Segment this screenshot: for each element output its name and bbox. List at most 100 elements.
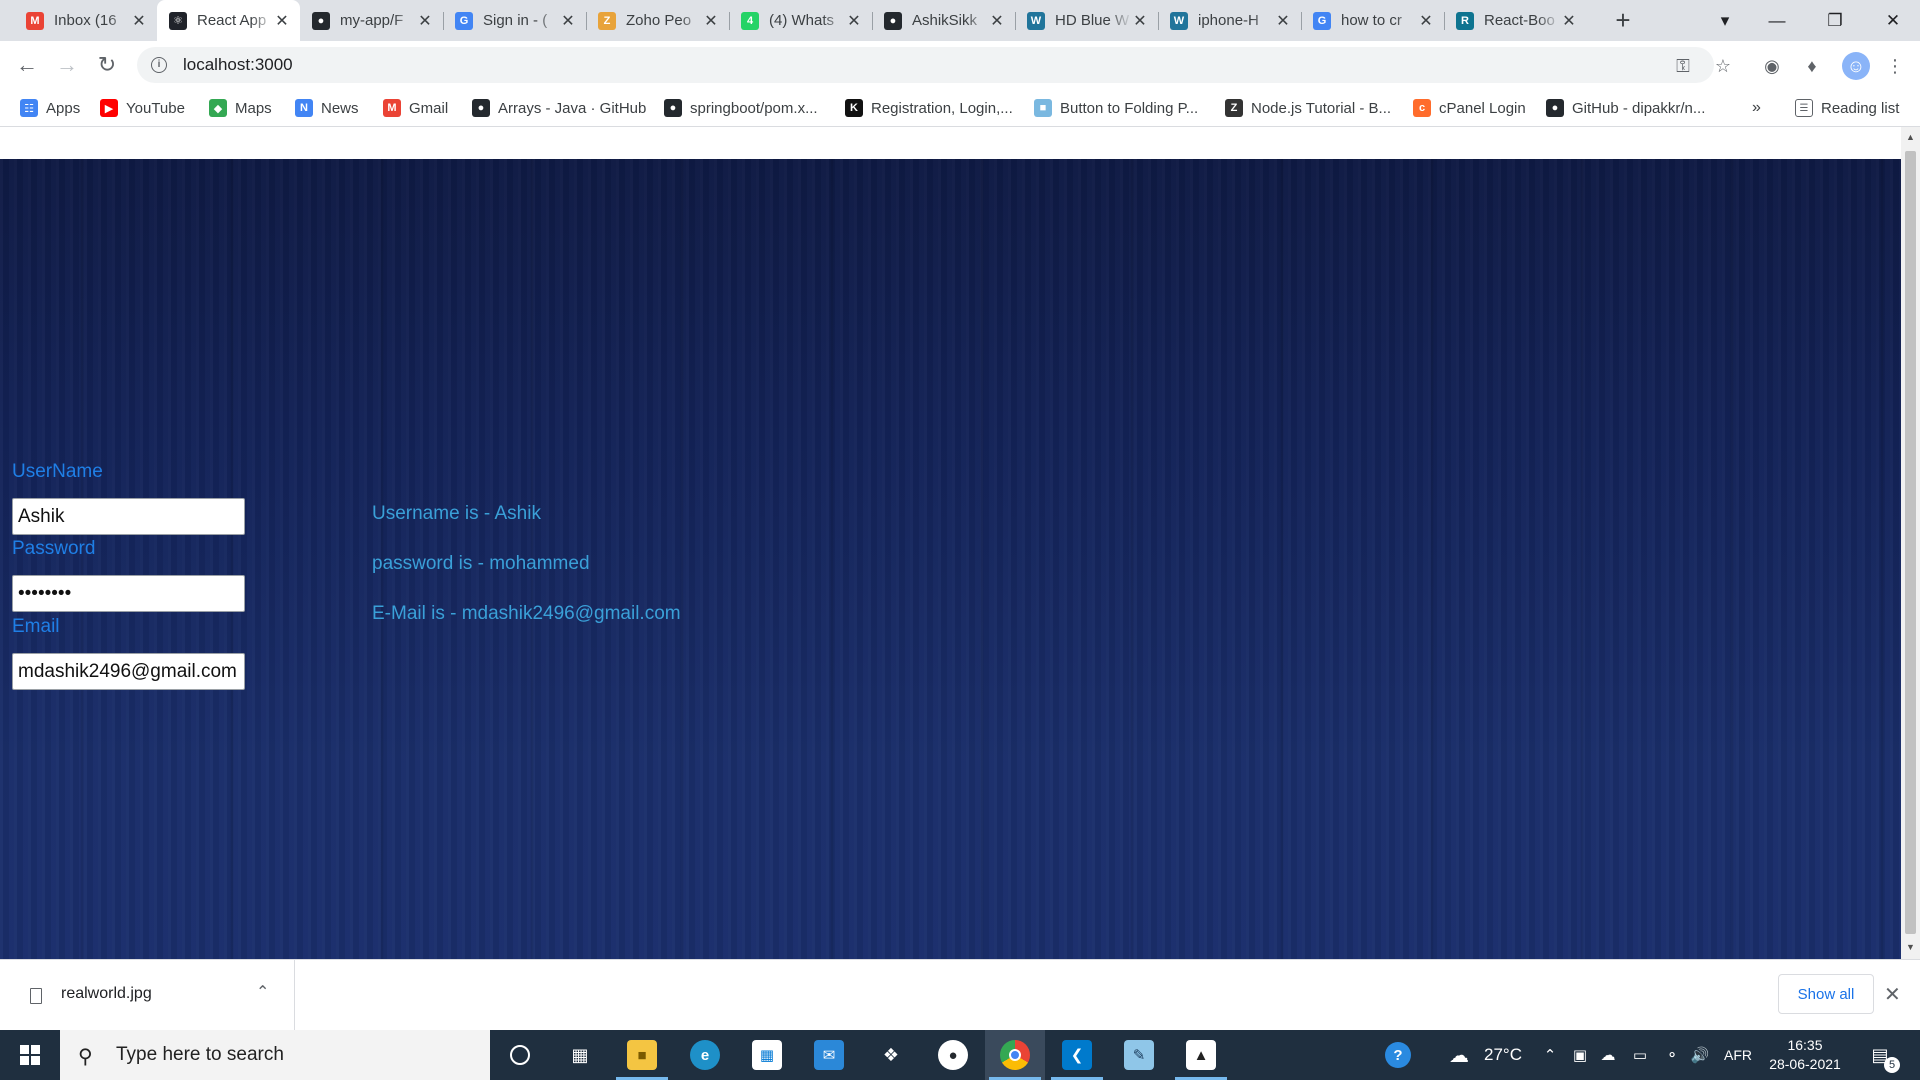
input-language[interactable]: AFR: [1720, 1030, 1756, 1080]
browser-tab[interactable]: ● my-app/F ✕: [300, 0, 443, 41]
avatar[interactable]: ☺: [1842, 52, 1870, 80]
tab-close-icon[interactable]: ✕: [846, 11, 862, 31]
tab-close-icon[interactable]: ✕: [989, 11, 1005, 31]
chrome-icon[interactable]: [985, 1030, 1045, 1080]
menu-kebab-icon[interactable]: ⋮: [1884, 55, 1906, 77]
tab-close-icon[interactable]: ✕: [417, 11, 433, 31]
extensions-puzzle-icon[interactable]: ♦: [1801, 55, 1823, 77]
network-device-icon[interactable]: ▣: [1568, 1030, 1592, 1080]
reading-list-label: Reading list: [1821, 99, 1900, 117]
scroll-down-arrow-icon[interactable]: ▼: [1901, 939, 1920, 956]
new-tab-plus-icon[interactable]: +: [1609, 6, 1637, 34]
tab-close-icon[interactable]: ✕: [703, 11, 719, 31]
browser-tab[interactable]: M Inbox (16 ✕: [14, 0, 157, 41]
email-input[interactable]: [12, 653, 245, 690]
bookmark-star-icon[interactable]: ☆: [1712, 55, 1734, 77]
github-desktop-icon[interactable]: ●: [923, 1030, 983, 1080]
bookmark-item[interactable]: ■ Button to Folding P...: [1034, 89, 1198, 127]
password-input[interactable]: [12, 575, 245, 612]
close-icon[interactable]: ✕: [1884, 982, 1901, 1007]
mail-icon[interactable]: ✉: [799, 1030, 859, 1080]
more-bookmarks-chevron-icon[interactable]: »: [1752, 89, 1761, 127]
browser-tab[interactable]: Wiphone-H ✕: [1158, 0, 1301, 41]
whatsapp-icon: 4: [741, 11, 759, 30]
tab-close-icon[interactable]: ✕: [1561, 11, 1577, 31]
page-scrollbar[interactable]: ▲ ▼: [1901, 127, 1920, 959]
browser-tab[interactable]: 4 (4) Whats ✕: [729, 0, 872, 41]
notification-center-icon[interactable]: ▤ 5: [1862, 1030, 1900, 1080]
tab-close-icon[interactable]: ✕: [1418, 11, 1434, 31]
browser-tab[interactable]: ⚛ React App ✕: [157, 0, 300, 41]
weather-temperature[interactable]: 27°C: [1478, 1030, 1528, 1080]
github-icon: ●: [312, 11, 330, 30]
tab-close-icon[interactable]: ✕: [560, 11, 576, 31]
camera-icon[interactable]: ◉: [1761, 55, 1783, 77]
wordpress-icon: W: [1027, 11, 1045, 30]
tab-close-icon[interactable]: ✕: [1132, 11, 1148, 31]
bookmark-item[interactable]: M Gmail: [383, 89, 448, 127]
username-input[interactable]: [12, 498, 245, 535]
wifi-icon[interactable]: ⚬: [1660, 1030, 1684, 1080]
chevron-up-icon[interactable]: ⌃: [256, 982, 269, 1002]
bookmark-item[interactable]: ● Arrays - Java · GitHub: [472, 89, 646, 127]
close-window-icon[interactable]: ✕: [1864, 0, 1920, 41]
battery-icon[interactable]: ▭: [1628, 1030, 1652, 1080]
clock[interactable]: 16:35 28-06-2021: [1762, 1030, 1848, 1080]
edge-browser-icon[interactable]: e: [675, 1030, 735, 1080]
browser-tab[interactable]: W HD Blue W ✕: [1015, 0, 1158, 41]
task-view-icon[interactable]: ▦: [550, 1030, 610, 1080]
browser-tab[interactable]: ● AshikSikk ✕: [872, 0, 1015, 41]
download-shelf: realworld.jpg ⌃ Show all ✕: [0, 959, 1920, 1031]
github-icon: ●: [884, 11, 902, 30]
photos-icon[interactable]: ▲: [1171, 1030, 1231, 1080]
bookmark-item[interactable]: ▶ YouTube: [100, 89, 185, 127]
windows-start-icon[interactable]: [0, 1030, 60, 1080]
tab-close-icon[interactable]: ✕: [131, 11, 147, 31]
bookmark-item[interactable]: ◆ Maps: [209, 89, 272, 127]
tab-close-icon[interactable]: ✕: [274, 11, 290, 31]
bookmark-item[interactable]: ☷ Apps: [20, 89, 80, 127]
username-output: Username is - Ashik: [372, 503, 541, 524]
tab-close-icon[interactable]: ✕: [1275, 11, 1291, 31]
taskbar-search-box[interactable]: ⚲ Type here to search: [60, 1030, 490, 1080]
onedrive-icon[interactable]: ☁: [1596, 1030, 1620, 1080]
reload-icon[interactable]: ↻: [93, 51, 121, 79]
key-icon[interactable]: ⚿: [1672, 55, 1694, 77]
dropbox-icon[interactable]: ❖: [861, 1030, 921, 1080]
scrollbar-thumb[interactable]: [1905, 151, 1916, 934]
volume-icon[interactable]: 🔊: [1688, 1030, 1712, 1080]
cortana-icon[interactable]: [490, 1030, 550, 1080]
bookmark-item[interactable]: Z Node.js Tutorial - B...: [1225, 89, 1391, 127]
address-bar[interactable]: i localhost:3000: [137, 47, 1714, 83]
bookmark-item[interactable]: N News: [295, 89, 359, 127]
browser-tab[interactable]: Z Zoho Peo ✕: [586, 0, 729, 41]
reading-list-button[interactable]: ☰ Reading list: [1795, 89, 1899, 127]
username-label: UserName: [12, 461, 103, 482]
minimize-icon[interactable]: —: [1748, 0, 1806, 41]
browser-tab[interactable]: R React-Boo ✕: [1444, 0, 1587, 41]
download-item[interactable]: realworld.jpg ⌃: [0, 960, 295, 1031]
forward-arrow-icon[interactable]: →: [53, 51, 81, 79]
tab-search-icon[interactable]: ▾: [1696, 0, 1754, 41]
browser-tab[interactable]: G Sign in - (✕: [443, 0, 586, 41]
chevron-up-icon[interactable]: ⌃: [1538, 1030, 1562, 1080]
show-all-button[interactable]: Show all: [1778, 974, 1874, 1014]
help-icon[interactable]: ?: [1380, 1030, 1416, 1080]
restore-icon[interactable]: ❐: [1806, 0, 1864, 41]
address-url[interactable]: localhost:3000: [183, 55, 293, 75]
notepad-icon[interactable]: ✎: [1109, 1030, 1169, 1080]
back-arrow-icon[interactable]: ←: [13, 51, 41, 79]
weather-cloud-icon[interactable]: ☁: [1444, 1030, 1474, 1080]
browser-tab[interactable]: Ghow to cr ✕: [1301, 0, 1444, 41]
download-filename[interactable]: realworld.jpg: [61, 985, 152, 1003]
file-explorer-icon[interactable]: ■: [612, 1030, 672, 1080]
bookmark-item[interactable]: K Registration, Login,...: [845, 89, 1013, 127]
bookmark-item[interactable]: c cPanel Login: [1413, 89, 1526, 127]
microsoft-store-icon[interactable]: ▦: [737, 1030, 797, 1080]
bookmark-item[interactable]: ● springboot/pom.x...: [664, 89, 818, 127]
vscode-icon[interactable]: ❮: [1047, 1030, 1107, 1080]
bookmark-item[interactable]: ● GitHub - dipakkr/n...: [1546, 89, 1705, 127]
search-placeholder[interactable]: Type here to search: [116, 1044, 284, 1066]
site-info-icon[interactable]: i: [151, 57, 167, 73]
scroll-up-arrow-icon[interactable]: ▲: [1901, 129, 1920, 146]
